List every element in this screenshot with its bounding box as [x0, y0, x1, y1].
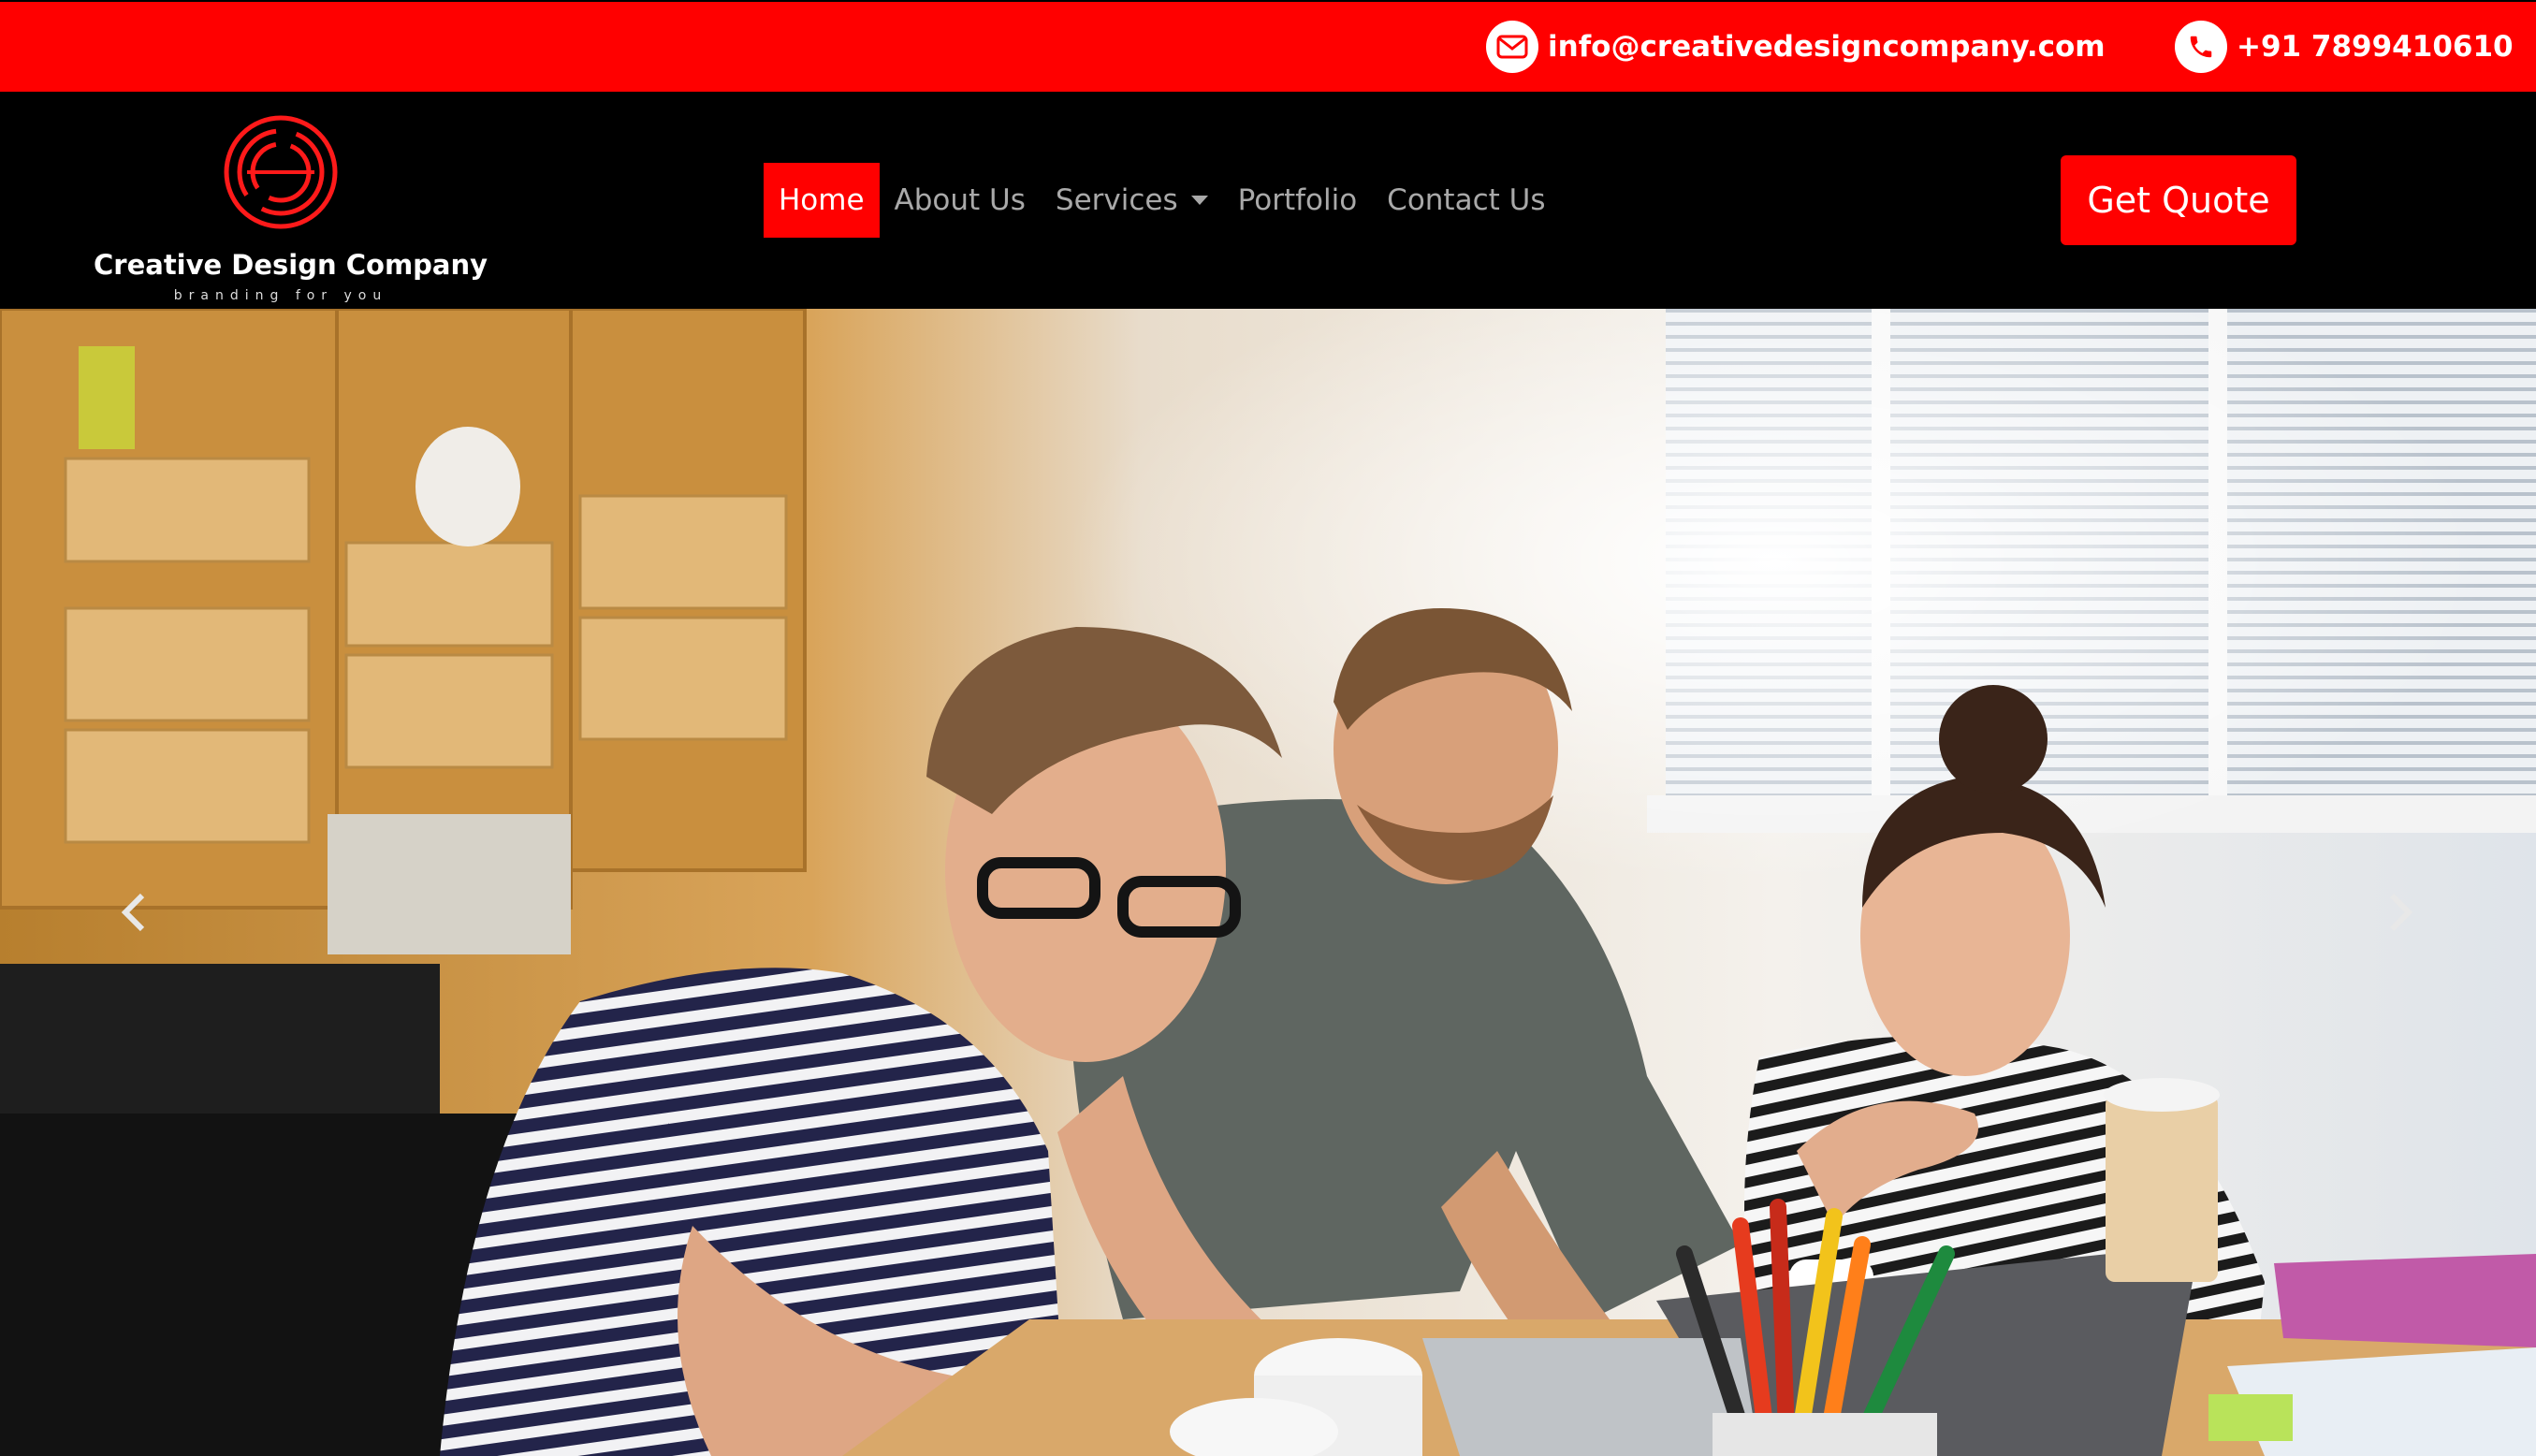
- brand-tagline: branding for you: [173, 288, 388, 303]
- circular-logo-mark: [224, 115, 338, 229]
- phone-text: +91 7899410610: [2237, 30, 2514, 64]
- nav-services[interactable]: Services: [1041, 163, 1223, 238]
- get-quote-button[interactable]: Get Quote: [2061, 155, 2296, 245]
- nav-about-us[interactable]: About Us: [880, 163, 1041, 238]
- email-text: info@creativedesigncompany.com: [1548, 30, 2106, 64]
- brand-name: Creative Design Company: [94, 249, 488, 281]
- brand-logo[interactable]: Creative Design Company branding for you: [94, 112, 488, 303]
- nav-contact-us[interactable]: Contact Us: [1372, 163, 1560, 238]
- hero-carousel: [0, 309, 2536, 1456]
- caret-down-icon: [1190, 196, 1208, 205]
- carousel-next-button[interactable]: [2368, 866, 2433, 959]
- phone-contact-link[interactable]: +91 7899410610: [2175, 19, 2514, 75]
- top-contact-bar: info@creativedesigncompany.com +91 78994…: [0, 0, 2536, 92]
- email-contact-link[interactable]: info@creativedesigncompany.com: [1486, 19, 2106, 75]
- chevron-left-icon: [121, 893, 145, 932]
- primary-menu: Home About Us Services Portfolio Contact…: [764, 163, 1560, 238]
- carousel-prev-button[interactable]: [101, 866, 167, 959]
- main-navbar: Creative Design Company branding for you…: [0, 92, 2536, 309]
- chevron-right-icon: [2389, 893, 2413, 932]
- envelope-icon: [1486, 21, 1538, 73]
- phone-icon: [2175, 21, 2227, 73]
- nav-services-label: Services: [1055, 183, 1178, 217]
- nav-portfolio[interactable]: Portfolio: [1223, 163, 1373, 238]
- team-at-laptop-photo: [0, 309, 2536, 1456]
- nav-home[interactable]: Home: [764, 163, 880, 238]
